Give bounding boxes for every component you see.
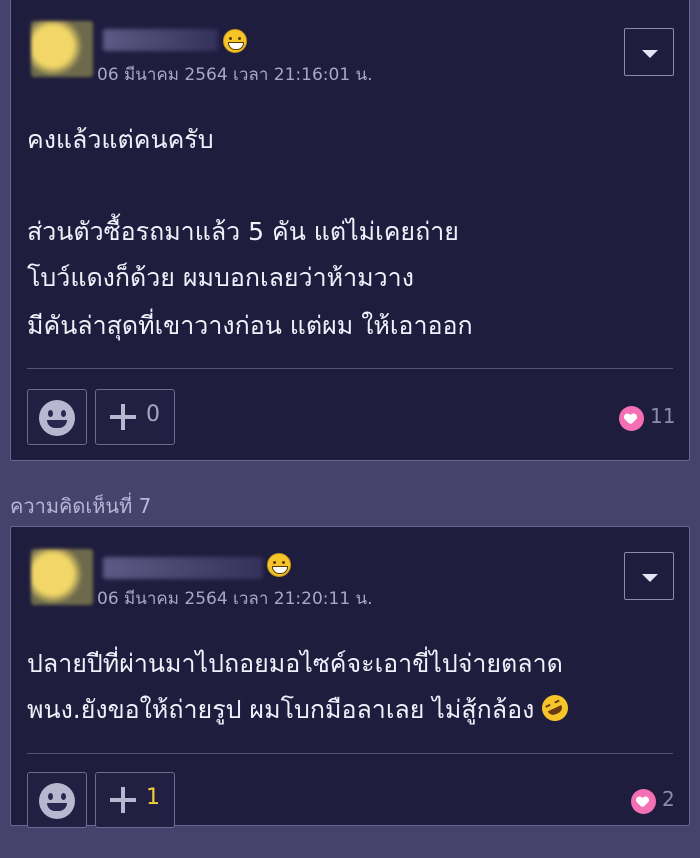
smile-icon [39,783,75,819]
like-count: 11 [650,404,676,428]
comment-line: คงแล้วแต่คนครับ [27,125,214,154]
plus-vote-count: 0 [146,402,160,427]
comment-timestamp: 06 มีนาคม 2564 เวลา 21:16:01 น. [97,65,373,85]
comment-line: โบว์แดงก็ด้วย ผมบอกเลยว่าห้ามวาง [27,263,414,292]
comment-menu-button[interactable] [624,28,674,76]
avatar[interactable] [31,21,93,77]
comment-timestamp: 06 มีนาคม 2564 เวลา 21:20:11 น. [97,589,373,609]
comment-line: มีคันล่าสุดที่เขาวางก่อน แต่ผม ให้เอาออก [27,311,473,340]
chevron-down-icon [642,574,658,582]
like-button[interactable]: 2 [631,787,681,817]
comment-line: ปลายปีที่ผ่านมาไปถอยมอไซค์จะเอาขี่ไปจ่าย… [27,649,563,678]
divider [27,753,673,754]
comment-menu-button[interactable] [624,552,674,600]
username-blurred[interactable] [103,557,263,579]
divider [27,368,673,369]
comment-line: พนง.ยังขอให้ถ่ายรูป ผมโบกมือลาเลย ไม่สู้… [27,687,573,733]
smile-icon [39,400,75,436]
chevron-down-icon [642,50,658,58]
plus-vote-button[interactable]: 0 [95,389,175,445]
rolling-on-floor-laughing-icon [537,690,573,726]
comment-line-text: พนง.ยังขอให้ถ่ายรูป ผมโบกมือลาเลย ไม่สู้… [27,695,535,724]
plus-icon [110,787,136,813]
like-button[interactable]: 11 [619,404,679,434]
heart-icon [619,406,644,431]
heart-icon [631,789,656,814]
plus-icon [110,404,136,430]
comment-line: ส่วนตัวซื้อรถมาแล้ว 5 คัน แต่ไม่เคยถ่าย [27,217,459,246]
member-badge-icon [223,29,247,53]
like-count: 2 [662,787,675,811]
username-blurred[interactable] [103,29,218,51]
comment-card: 06 มีนาคม 2564 เวลา 21:16:01 น. คงแล้วแต… [10,0,690,461]
plus-vote-button[interactable]: 1 [95,772,175,828]
comment-card: 06 มีนาคม 2564 เวลา 21:20:11 น. ปลายปีที… [10,526,690,828]
member-badge-icon [267,553,291,577]
comment-number-header: ความคิดเห็นที่ 7 [10,494,152,518]
emoticon-button[interactable] [27,389,87,445]
avatar[interactable] [31,549,93,605]
plus-vote-count: 1 [146,785,160,810]
emoticon-button[interactable] [27,772,87,828]
